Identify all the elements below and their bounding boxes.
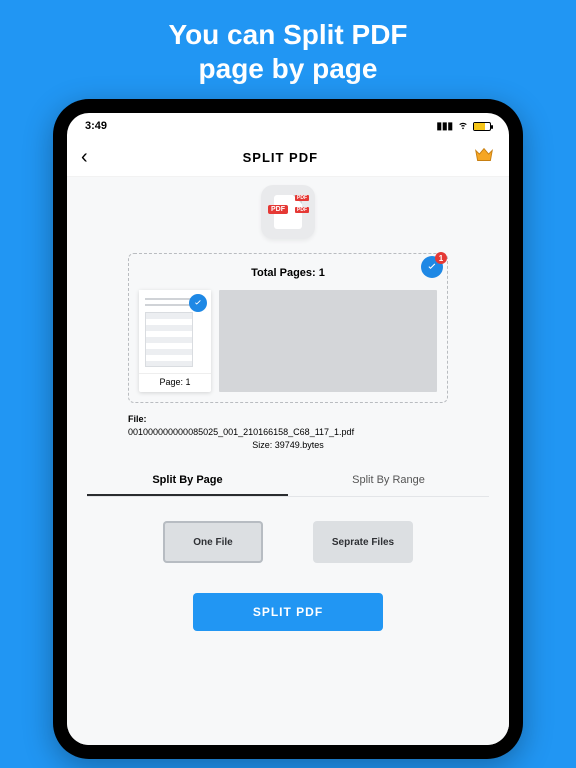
select-all-check-icon[interactable]: 1 — [421, 256, 443, 278]
pages-selection-box: Total Pages: 1 1 Page: 1 — [128, 253, 448, 403]
total-pages-label: Total Pages: 1 — [251, 267, 325, 279]
promo-line2: page by page — [199, 53, 378, 84]
option-one-file[interactable]: One File — [163, 521, 263, 563]
file-label: File: — [128, 414, 147, 424]
option-separate-files[interactable]: Seprate Files — [313, 521, 413, 563]
screen: 3:49 ▮▮▮ ‹ SPLIT PDF PDF PDF PDF — [67, 113, 509, 745]
tab-split-by-page[interactable]: Split By Page — [87, 466, 288, 496]
split-pdf-button[interactable]: SPLIT PDF — [193, 593, 383, 631]
empty-thumbnail-placeholder — [219, 290, 437, 392]
tab-split-by-range[interactable]: Split By Range — [288, 466, 489, 496]
promo-line1: You can Split PDF — [168, 19, 407, 50]
nav-bar: ‹ SPLIT PDF — [67, 139, 509, 177]
status-time: 3:49 — [85, 120, 107, 132]
device-frame: 3:49 ▮▮▮ ‹ SPLIT PDF PDF PDF PDF — [53, 99, 523, 759]
file-meta: File: 001000000000085025_001_210166158_C… — [128, 413, 448, 452]
pdf-tag-icon: PDF — [268, 205, 288, 214]
signal-icon: ▮▮▮ — [436, 121, 453, 132]
pdf-app-icon: PDF PDF PDF — [261, 185, 315, 239]
body-area: PDF PDF PDF Total Pages: 1 1 — [67, 177, 509, 745]
premium-crown-icon[interactable] — [473, 144, 495, 171]
file-name: 001000000000085025_001_210166158_C68_117… — [128, 426, 448, 439]
status-icons: ▮▮▮ — [436, 120, 491, 133]
page-thumbnails: Page: 1 — [139, 290, 437, 392]
pdf-mini-icon: PDF — [295, 207, 309, 213]
pdf-mini-icon: PDF — [295, 195, 309, 201]
back-button[interactable]: ‹ — [81, 146, 88, 169]
promo-headline: You can Split PDF page by page — [168, 18, 407, 85]
page-caption: Page: 1 — [139, 374, 211, 390]
status-bar: 3:49 ▮▮▮ — [67, 113, 509, 139]
file-size: Size: 39749.bytes — [128, 439, 448, 452]
page-thumbnail[interactable]: Page: 1 — [139, 290, 211, 392]
selection-count-badge: 1 — [435, 252, 447, 264]
wifi-icon — [457, 120, 469, 133]
output-options: One File Seprate Files — [163, 521, 413, 563]
page-title: SPLIT PDF — [243, 150, 318, 165]
split-mode-tabs: Split By Page Split By Range — [87, 466, 489, 497]
battery-icon — [473, 122, 491, 131]
